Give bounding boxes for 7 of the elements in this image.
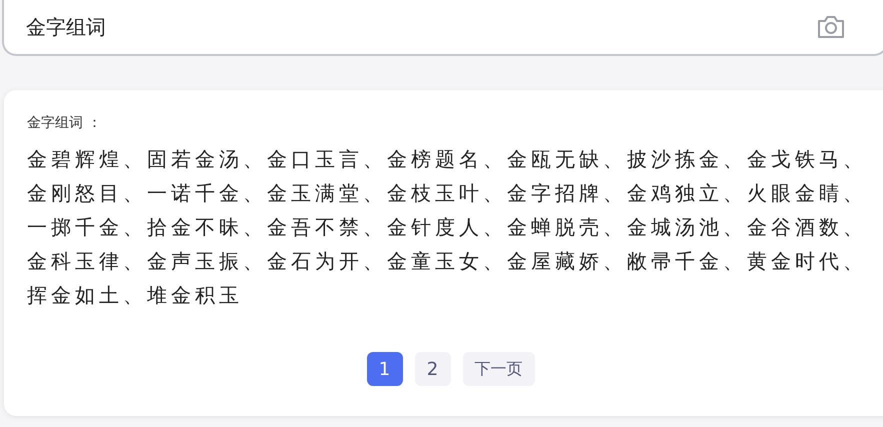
result-label: 金字组词 ： <box>27 114 102 132</box>
page-button[interactable]: 2 <box>414 352 450 386</box>
next-page-button[interactable]: 下一页 <box>462 352 534 386</box>
search-field[interactable]: 金字组词 <box>2 0 883 56</box>
camera-icon[interactable] <box>816 14 846 40</box>
word-list: 金碧辉煌、固若金汤、金口玉言、金榜题名、金瓯无缺、披沙拣金、金戈铁马、金刚怒目、一诺千金、金玉满堂、金枝玉叶、金字招牌、金鸡独立、火眼金睛、一掷千金、拾金不昧、金吾不禁、金针度人、金蝉脱壳、金城汤池、金谷酒数、金科玉律、金声玉振、金石为开、金童玉女、金屋藏娇、敝帚千金、黄金时代、挥金如土、堆金积玉 <box>27 142 872 312</box>
page-button[interactable]: 1 <box>366 352 402 386</box>
